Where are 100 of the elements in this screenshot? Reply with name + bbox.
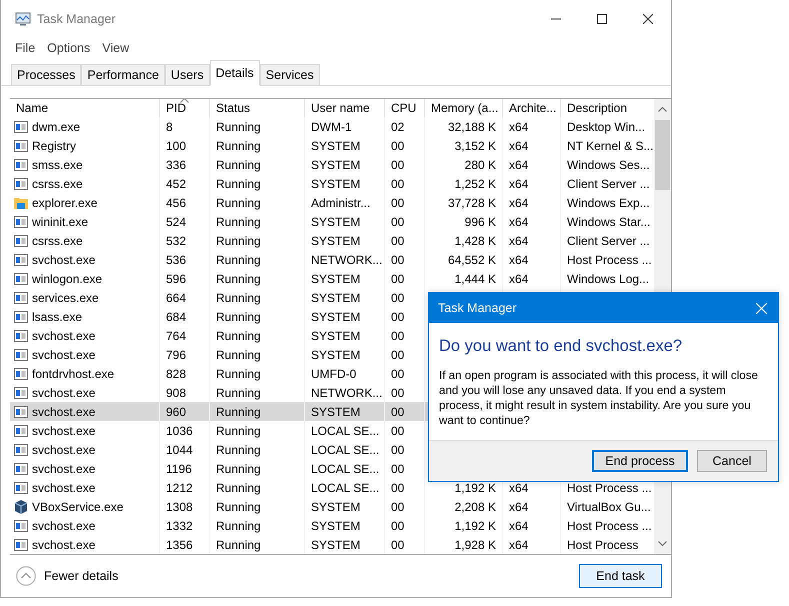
table-cell: 00 bbox=[391, 518, 404, 532]
process-name: lsass.exe bbox=[32, 310, 82, 324]
table-cell: 764 bbox=[166, 328, 186, 342]
table-cell: SYSTEM bbox=[311, 404, 360, 418]
table-cell: SYSTEM bbox=[311, 158, 360, 172]
table-cell: Running bbox=[216, 480, 261, 494]
table-cell: 1036 bbox=[166, 424, 193, 438]
process-name: svchost.exe bbox=[32, 518, 96, 532]
table-cell: x64 bbox=[509, 120, 528, 134]
process-name: svchost.exe bbox=[32, 442, 96, 456]
table-cell: 00 bbox=[391, 366, 404, 380]
table-cell: LOCAL SE... bbox=[311, 462, 380, 476]
table-cell: 00 bbox=[391, 310, 404, 324]
process-name: Registry bbox=[32, 138, 76, 152]
table-cell: SYSTEM bbox=[311, 328, 360, 342]
process-name: svchost.exe bbox=[32, 462, 96, 476]
table-cell: SYSTEM bbox=[311, 538, 360, 552]
table-cell: 1,252 K bbox=[454, 176, 496, 190]
table-cell: x64 bbox=[509, 538, 528, 552]
table-cell: SYSTEM bbox=[311, 310, 360, 324]
table-cell: x64 bbox=[509, 272, 528, 286]
table-cell: 532 bbox=[166, 234, 186, 248]
table-cell: 1,444 K bbox=[454, 272, 496, 286]
table-cell: Running bbox=[216, 424, 261, 438]
table-cell: 828 bbox=[166, 366, 186, 380]
table-cell: 524 bbox=[166, 214, 186, 228]
table-cell: 664 bbox=[166, 290, 186, 304]
table-cell: Host Process bbox=[567, 538, 638, 552]
table-cell: VirtualBox Gu... bbox=[567, 500, 651, 514]
table-cell: SYSTEM bbox=[311, 214, 360, 228]
table-cell: 00 bbox=[391, 138, 404, 152]
table-cell: x64 bbox=[509, 518, 528, 532]
table-cell: Running bbox=[216, 234, 261, 248]
table-cell: 1,928 K bbox=[454, 538, 496, 552]
table-cell: Running bbox=[216, 538, 261, 552]
table-cell: Windows Log... bbox=[567, 272, 650, 286]
table-cell: x64 bbox=[509, 480, 528, 494]
table-cell: 1044 bbox=[166, 442, 193, 456]
table-cell: x64 bbox=[509, 176, 528, 190]
table-cell: x64 bbox=[509, 138, 528, 152]
table-cell: 596 bbox=[166, 272, 186, 286]
table-cell: 00 bbox=[391, 538, 404, 552]
table-cell: 100 bbox=[166, 138, 186, 152]
table-cell: SYSTEM bbox=[311, 272, 360, 286]
process-name: winlogon.exe bbox=[32, 272, 102, 286]
table-cell: Host Process ... bbox=[567, 518, 652, 532]
table-cell: 00 bbox=[391, 272, 404, 286]
process-name: services.exe bbox=[32, 290, 99, 304]
table-cell: Administr... bbox=[311, 196, 370, 210]
table-cell: x64 bbox=[509, 196, 528, 210]
table-cell: Running bbox=[216, 290, 261, 304]
process-name: svchost.exe bbox=[32, 480, 96, 494]
table-cell: 00 bbox=[391, 462, 404, 476]
table-cell: Client Server ... bbox=[567, 176, 650, 190]
table-cell: Running bbox=[216, 158, 261, 172]
table-cell: 00 bbox=[391, 404, 404, 418]
table-cell: Running bbox=[216, 214, 261, 228]
table-cell: SYSTEM bbox=[311, 348, 360, 362]
table-cell: 1332 bbox=[166, 518, 193, 532]
process-name: svchost.exe bbox=[32, 538, 96, 552]
table-cell: 00 bbox=[391, 214, 404, 228]
table-cell: LOCAL SE... bbox=[311, 424, 380, 438]
table-cell: 1356 bbox=[166, 538, 193, 552]
table-cell: Running bbox=[216, 176, 261, 190]
table-cell: Running bbox=[216, 366, 261, 380]
table-cell: 37,728 K bbox=[448, 196, 496, 210]
process-name: dwm.exe bbox=[32, 120, 80, 134]
table-cell: NETWORK... bbox=[311, 386, 382, 400]
process-name: wininit.exe bbox=[32, 214, 88, 228]
table-cell: Host Process ... bbox=[567, 252, 652, 266]
table-cell: Running bbox=[216, 462, 261, 476]
table-cell: Running bbox=[216, 348, 261, 362]
table-cell: Windows Exp... bbox=[567, 196, 650, 210]
table-cell: 996 K bbox=[464, 214, 496, 228]
table-cell: Running bbox=[216, 518, 261, 532]
table-cell: NT Kernel & S... bbox=[567, 138, 654, 152]
table-cell: x64 bbox=[509, 234, 528, 248]
window-title: Task Manager bbox=[37, 12, 117, 26]
process-name: VBoxService.exe bbox=[32, 500, 124, 514]
table-cell: DWM-1 bbox=[311, 120, 352, 134]
table-cell: Running bbox=[216, 272, 261, 286]
table-cell: 536 bbox=[166, 252, 186, 266]
process-name: svchost.exe bbox=[32, 348, 96, 362]
table-cell: SYSTEM bbox=[311, 290, 360, 304]
table-cell: UMFD-0 bbox=[311, 366, 356, 380]
table-cell: Running bbox=[216, 196, 261, 210]
table-cell: 00 bbox=[391, 234, 404, 248]
table-cell: Desktop Win... bbox=[567, 120, 646, 134]
table-cell: Running bbox=[216, 442, 261, 456]
table-cell: 02 bbox=[391, 120, 404, 134]
table-cell: NETWORK... bbox=[311, 252, 382, 266]
process-name: explorer.exe bbox=[32, 196, 98, 210]
table-cell: 2,208 K bbox=[454, 500, 496, 514]
table-cell: x64 bbox=[509, 500, 528, 514]
table-cell: 1,192 K bbox=[454, 518, 496, 532]
table-cell: 1,192 K bbox=[454, 480, 496, 494]
table-cell: Windows Star... bbox=[567, 214, 650, 228]
table-cell: 00 bbox=[391, 158, 404, 172]
table-cell: LOCAL SE... bbox=[311, 442, 380, 456]
table-cell: 00 bbox=[391, 480, 404, 494]
